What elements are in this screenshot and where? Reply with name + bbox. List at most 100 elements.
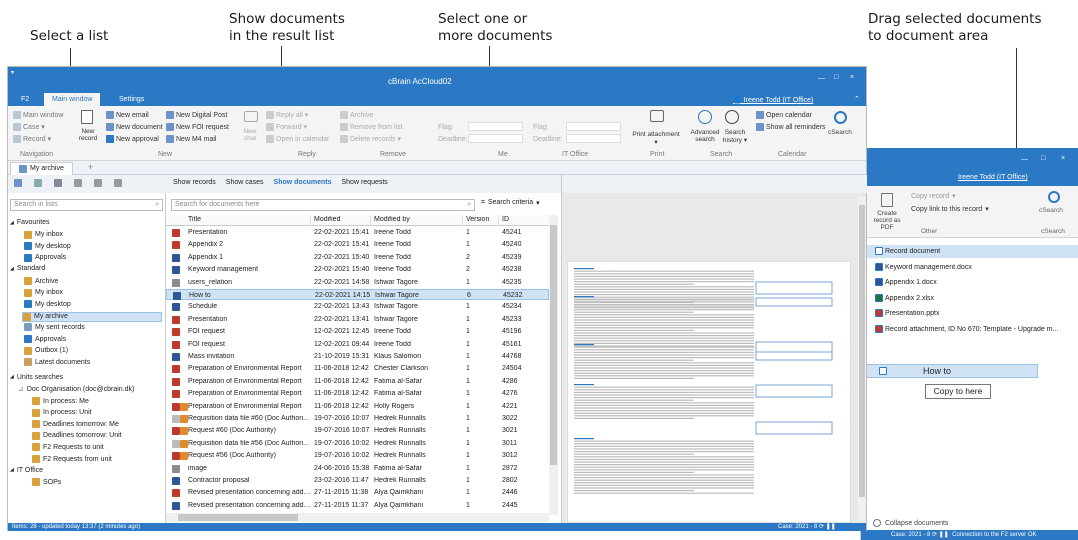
calendar-1[interactable]: Show all reminders (766, 122, 826, 132)
minimize-icon[interactable]: — (1021, 156, 1028, 163)
tab-main-window[interactable]: Main window (44, 93, 101, 106)
nav-case[interactable]: Case ▾ (23, 122, 45, 132)
sidebar-search[interactable]: Search in lists ⌕ (10, 199, 163, 211)
hscroll-thumb[interactable] (178, 514, 298, 521)
new-record-button[interactable]: New record (76, 128, 100, 142)
org-4[interactable]: F2 Requests to unit (32, 443, 104, 452)
column-header-title[interactable]: Title (188, 216, 313, 223)
second-user-link[interactable]: Ireene Todd (IT Office) (958, 174, 1028, 181)
copy-link-button[interactable]: Copy link to this record ▾ (911, 204, 989, 214)
csearch-button[interactable]: cSearch (824, 129, 856, 136)
drag-ghost[interactable]: How to (858, 364, 1038, 378)
remove-0[interactable]: Archive (350, 110, 373, 120)
org-5[interactable]: F2 Requests from unit (32, 455, 112, 463)
maximize-icon[interactable]: □ (834, 74, 838, 81)
table-row[interactable]: Requisition data file #60 (Doc Authori..… (166, 413, 549, 424)
table-row[interactable]: Appendix 1 22-02-2021 15:40 Ireene Todd 2 45… (166, 252, 549, 263)
nav-main-window[interactable]: Main window (23, 110, 63, 120)
add-tab-icon[interactable]: + (88, 162, 93, 172)
table-row[interactable]: users_relation 22-02-2021 14:58 Ishwar Tag… (166, 277, 549, 288)
new-chat-button[interactable]: New chat (237, 128, 263, 142)
calendar-0[interactable]: Open calendar (766, 110, 812, 120)
user-link[interactable]: 👤 Ireene Todd (IT Office) (733, 96, 813, 104)
reply-1[interactable]: Forward ▾ (276, 122, 307, 132)
document-list-item[interactable]: Record attachment, ID No 670: Template -… (861, 323, 1078, 336)
horizontal-scrollbar[interactable] (166, 513, 549, 522)
table-row[interactable]: Request #56 (Doc Authority) 19-07-2016 10… (166, 450, 549, 461)
close-icon[interactable]: × (850, 74, 854, 81)
document-search-input[interactable]: Search for documents here ⌕ (171, 199, 475, 211)
column-header-id[interactable]: ID (502, 216, 547, 223)
search-history-button[interactable]: Search history ▾ (720, 129, 750, 144)
me-field-1[interactable] (468, 134, 523, 143)
copy-record-button[interactable]: Copy record ▾ (911, 191, 956, 201)
column-header-version[interactable]: Version (466, 216, 500, 223)
org-0[interactable]: In process: Me (32, 397, 89, 405)
collapse-ribbon-icon[interactable]: ⌃ (854, 95, 860, 103)
fav-2[interactable]: Approvals (24, 253, 66, 262)
document-list-item[interactable]: Record document (861, 245, 1078, 258)
edit-icon[interactable] (74, 179, 82, 187)
table-row[interactable]: Request #60 (Doc Authority) 19-07-2016 10… (166, 425, 549, 436)
document-list-item[interactable]: Appendix 2.xlsx (861, 292, 1078, 305)
table-row[interactable]: Preparation of Environmental Report 11-06… (166, 388, 549, 399)
column-header-modified-by[interactable]: Modified by (374, 216, 464, 223)
table-row[interactable]: Preparation of Environmental Report 11-06… (166, 363, 549, 374)
grid-icon[interactable] (54, 179, 62, 187)
std-7[interactable]: Latest documents (24, 358, 90, 367)
preview-scroll-thumb[interactable] (859, 205, 865, 497)
new-2[interactable]: New approval (116, 134, 159, 144)
reply-0[interactable]: Reply all ▾ (276, 110, 308, 120)
tree-units[interactable]: ◢ Units searches (10, 374, 63, 381)
arrow-icon[interactable] (114, 179, 122, 187)
std-3[interactable]: My archive (22, 311, 162, 322)
org-2[interactable]: Deadlines tomorrow: Me (32, 420, 119, 429)
it-field-1[interactable] (566, 134, 621, 143)
table-row[interactable]: Schedule 22-02-2021 13:43 Ishwar Tagore 1 45… (166, 301, 549, 312)
tree-org[interactable]: ⊿ Doc Organisation (doc@cbrain.dk) (18, 385, 134, 394)
search-list-icon[interactable] (34, 179, 42, 187)
table-row[interactable]: Mass invitation 21-10-2019 15:31 Klaus Sal… (166, 351, 549, 362)
document-list-item[interactable]: Presentation.pptx (861, 307, 1078, 320)
table-row[interactable]: FOI request 12-02-2021 09:44 Ireene Todd 1 4… (166, 339, 549, 350)
remove-1[interactable]: Remove from list (350, 122, 403, 132)
std-5[interactable]: Approvals (24, 335, 66, 343)
share-icon[interactable] (94, 179, 102, 187)
new-list-icon[interactable] (14, 179, 22, 187)
org-1[interactable]: In process: Unit (32, 408, 92, 417)
table-row[interactable]: image 24-06-2016 15:38 Fatima al-Safar 1 287… (166, 463, 549, 474)
table-row[interactable]: FOI request 12-02-2021 12:45 Ireene Todd 1 4… (166, 326, 549, 337)
app-menu-icon[interactable]: ▾ (11, 69, 14, 76)
reply-2[interactable]: Open in calendar (276, 134, 329, 144)
remove-2[interactable]: Delete records ▾ (350, 134, 401, 144)
search-criteria-button[interactable]: ⌗ Search criteria ▾ (481, 199, 540, 207)
minimize-icon[interactable]: — (818, 75, 825, 82)
table-row[interactable]: Revised presentation concerning adde... 2… (166, 500, 549, 511)
tab-settings[interactable]: Settings (119, 96, 144, 103)
tab-show-requests[interactable]: Show requests (342, 179, 388, 189)
tab-show-records[interactable]: Show records (173, 179, 216, 189)
table-row[interactable]: Presentation 22-02-2021 15:41 Ireene Todd 1… (166, 227, 549, 238)
print-attachment-button[interactable]: Print attachment ▾ (632, 131, 680, 146)
std-2[interactable]: My desktop (24, 300, 71, 309)
maximize-icon[interactable]: □ (1041, 155, 1045, 162)
std-0[interactable]: Archive (24, 277, 58, 285)
close-icon[interactable]: × (1061, 155, 1065, 162)
new-4[interactable]: New FOI request (176, 122, 229, 132)
table-row[interactable]: How to 22-02-2021 14:15 Ishwar Tagore 6 4523… (166, 289, 549, 300)
table-row[interactable]: Keyword management 22-02-2021 15:40 Ireene… (166, 264, 549, 275)
nav-record[interactable]: Record ▾ (23, 134, 51, 144)
new-3[interactable]: New Digital Post (176, 110, 227, 120)
preview-scrollbar[interactable] (858, 197, 866, 521)
fav-1[interactable]: My desktop (24, 242, 71, 251)
std-1[interactable]: My inbox (24, 288, 63, 297)
document-list-item[interactable]: Keyword management.docx (861, 261, 1078, 274)
table-row[interactable]: Contractor proposal 23-02-2016 11:47 Hedre… (166, 475, 549, 486)
new-0[interactable]: New email (116, 110, 149, 120)
new-1[interactable]: New document (116, 122, 163, 132)
table-row[interactable]: Preparation of Environmental Report 11-06… (166, 401, 549, 412)
std-4[interactable]: My sent records (24, 323, 85, 332)
create-pdf-button[interactable]: Create record as PDF (871, 210, 903, 231)
new-5[interactable]: New M4 mail (176, 134, 216, 144)
fav-0[interactable]: My inbox (24, 230, 63, 239)
